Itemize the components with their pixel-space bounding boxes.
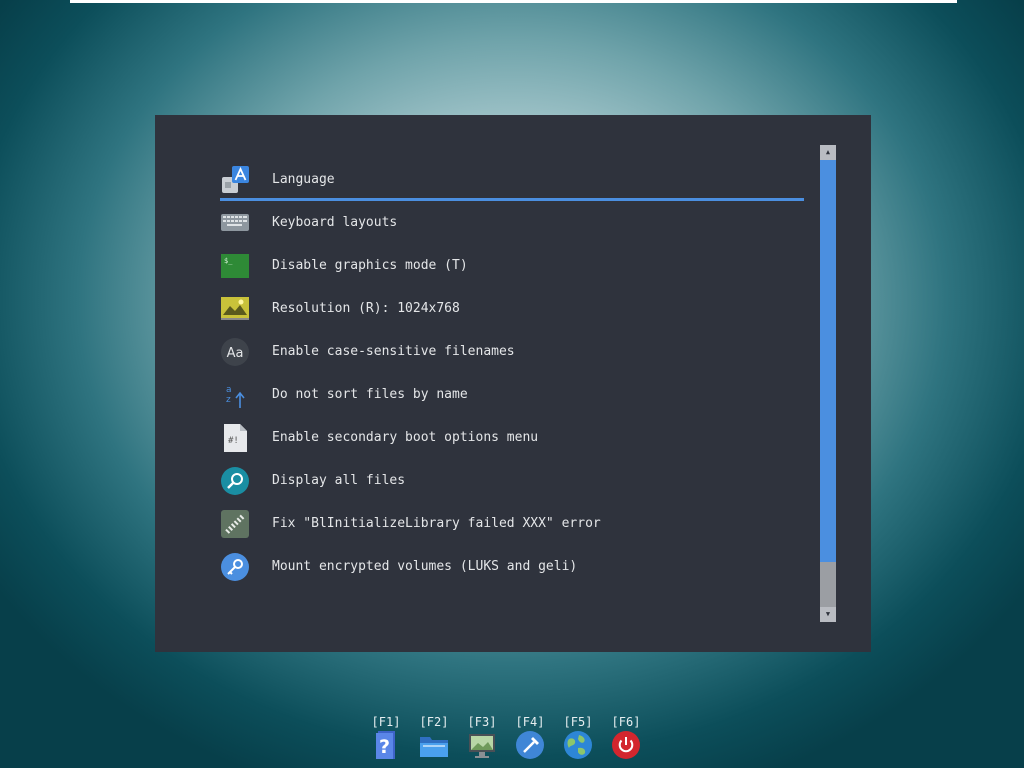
footer-f5-network[interactable]: [F5] — [558, 714, 598, 759]
menu-item-label: Language — [272, 172, 335, 187]
menu-item-case-sensitive[interactable]: Aa Enable case-sensitive filenames — [220, 330, 804, 373]
menu-item-label: Fix "BlInitializeLibrary failed XXX" err… — [272, 516, 601, 531]
menu-item-label: Enable secondary boot options menu — [272, 430, 539, 445]
svg-text:z: z — [226, 395, 231, 405]
menu-item-do-not-sort[interactable]: az Do not sort files by name — [220, 373, 804, 416]
memory-chip-icon — [220, 509, 250, 539]
menu-item-language[interactable]: Language — [220, 158, 804, 201]
menu-item-label: Display all files — [272, 473, 406, 488]
footer-f2-files[interactable]: [F2] — [414, 714, 454, 759]
menu-item-label: Do not sort files by name — [272, 387, 468, 402]
search-icon — [220, 466, 250, 496]
svg-text:#!: #! — [228, 436, 239, 446]
menu-item-label: Resolution (R): 1024x768 — [272, 301, 460, 316]
menu-item-label: Mount encrypted volumes (LUKS and geli) — [272, 559, 578, 574]
menu-item-disable-graphics-mode[interactable]: $_ Disable graphics mode (T) — [220, 244, 804, 287]
tools-icon — [516, 731, 544, 759]
sort-alpha-icon: az — [220, 380, 250, 410]
top-bar — [70, 0, 957, 3]
menu-item-display-all-files[interactable]: Display all files — [220, 459, 804, 502]
menu-item-resolution[interactable]: Resolution (R): 1024x768 — [220, 287, 804, 330]
footer-f6-power[interactable]: [F6] — [606, 714, 646, 759]
menu-item-fix-blinitializelibrary[interactable]: Fix "BlInitializeLibrary failed XXX" err… — [220, 502, 804, 545]
fkey-label: [F3] — [467, 715, 497, 729]
scroll-up-button[interactable]: ▲ — [820, 145, 836, 160]
scrollbar-track[interactable] — [820, 160, 836, 607]
boot-options-panel: Language Keyboard layouts $_ Disable gra… — [155, 115, 871, 652]
font-case-icon: Aa — [220, 337, 250, 367]
fkey-label: [F4] — [515, 715, 545, 729]
power-icon — [612, 731, 640, 759]
svg-text:$_: $_ — [224, 257, 233, 265]
footer-f4-tools[interactable]: [F4] — [510, 714, 550, 759]
menu-item-label: Enable case-sensitive filenames — [272, 344, 515, 359]
svg-text:a: a — [226, 385, 232, 395]
menu-item-keyboard-layouts[interactable]: Keyboard layouts — [220, 201, 804, 244]
menu-item-label: Disable graphics mode (T) — [272, 258, 468, 273]
menu-item-mount-encrypted-volumes[interactable]: Mount encrypted volumes (LUKS and geli) — [220, 545, 804, 588]
display-resolution-icon — [220, 294, 250, 324]
scrollbar-thumb[interactable] — [820, 160, 836, 563]
fkey-label: [F5] — [563, 715, 593, 729]
language-icon — [220, 165, 250, 195]
fkey-label: [F1] — [371, 715, 401, 729]
scrollbar[interactable]: ▲ ▼ — [820, 145, 836, 622]
menu-item-secondary-boot-options[interactable]: #! Enable secondary boot options menu — [220, 416, 804, 459]
help-icon: ? — [372, 731, 400, 759]
globe-icon — [564, 731, 592, 759]
scroll-down-button[interactable]: ▼ — [820, 607, 836, 622]
fkey-label: [F6] — [611, 715, 641, 729]
fkey-label: [F2] — [419, 715, 449, 729]
footer-f3-display[interactable]: [F3] — [462, 714, 502, 759]
display-settings-icon — [468, 731, 496, 759]
folder-icon — [420, 731, 448, 759]
terminal-icon: $_ — [220, 251, 250, 281]
key-icon — [220, 552, 250, 582]
footer-f1-help[interactable]: [F1] ? — [366, 714, 406, 759]
script-file-icon: #! — [220, 423, 250, 453]
menu-item-label: Keyboard layouts — [272, 215, 398, 230]
svg-text:?: ? — [379, 736, 390, 758]
keyboard-icon — [220, 208, 250, 238]
svg-text:Aa: Aa — [227, 346, 244, 361]
boot-options-menu: Language Keyboard layouts $_ Disable gra… — [220, 158, 804, 588]
